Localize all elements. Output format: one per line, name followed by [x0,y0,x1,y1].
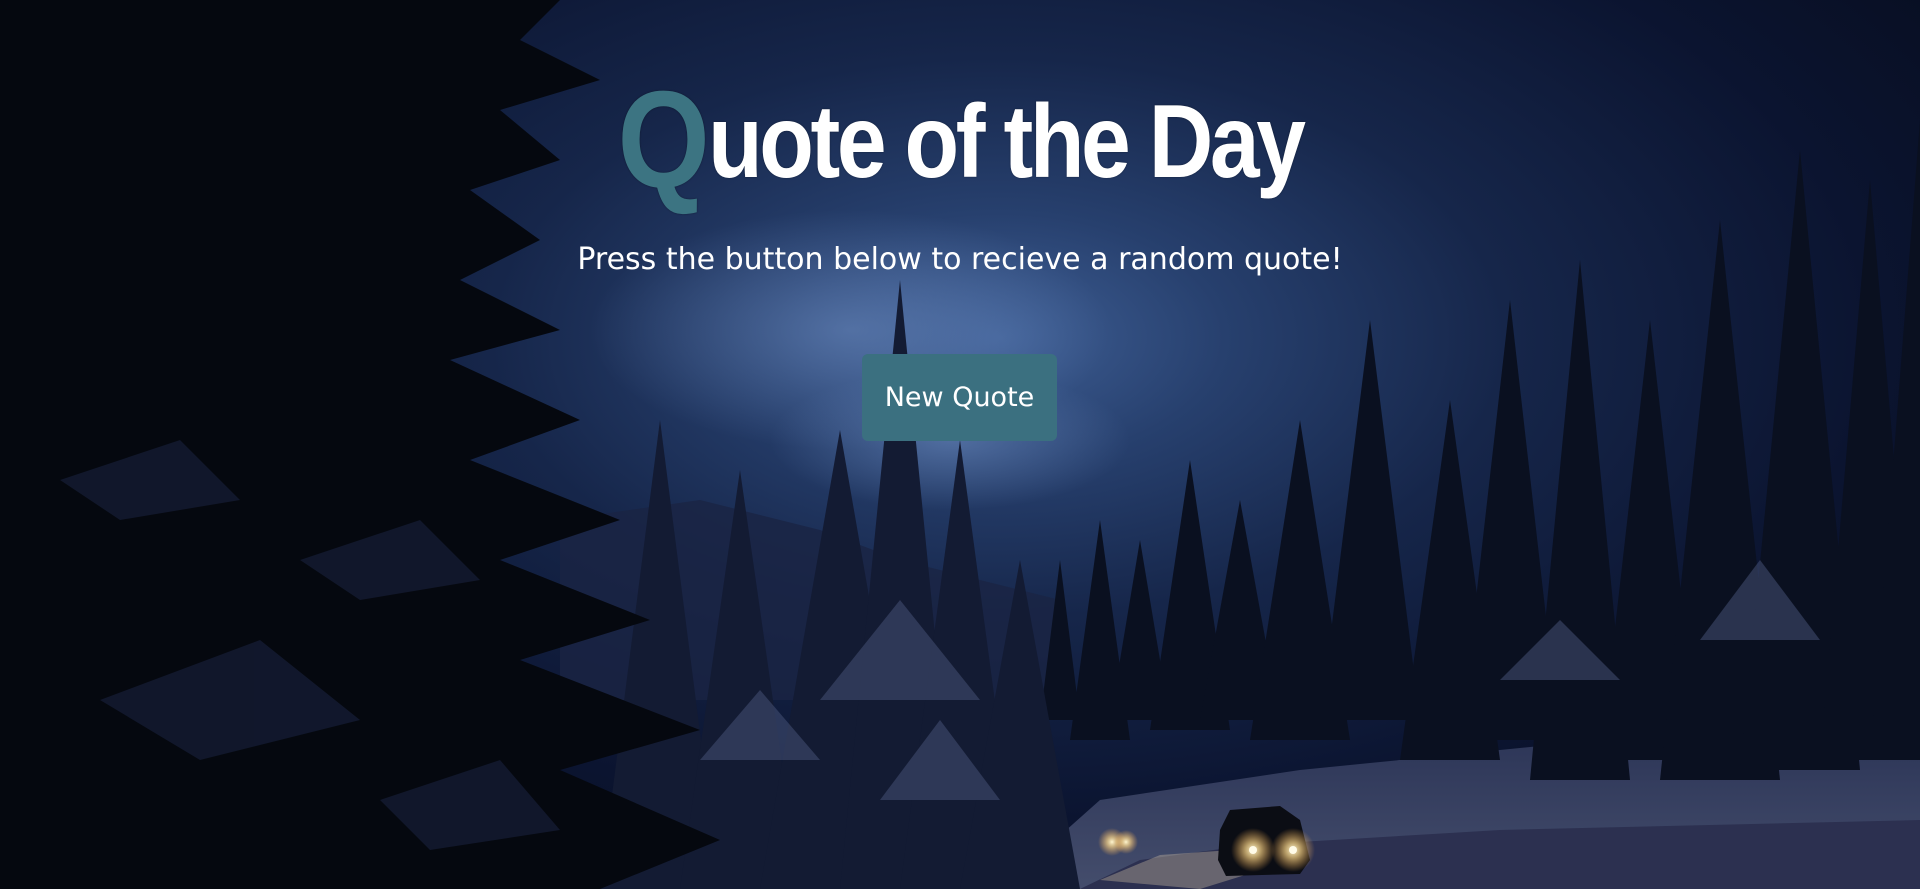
new-quote-button[interactable]: New Quote [862,354,1057,441]
title-rest: uote of the Day [708,84,1306,200]
main-content: Quote of the Day Press the button below … [0,0,1920,889]
instruction-text: Press the button below to recieve a rand… [577,242,1343,277]
page-title: Quote of the Day [134,63,1785,217]
title-first-letter: Q [617,63,710,217]
page: Quote of the Day Press the button below … [0,0,1920,889]
